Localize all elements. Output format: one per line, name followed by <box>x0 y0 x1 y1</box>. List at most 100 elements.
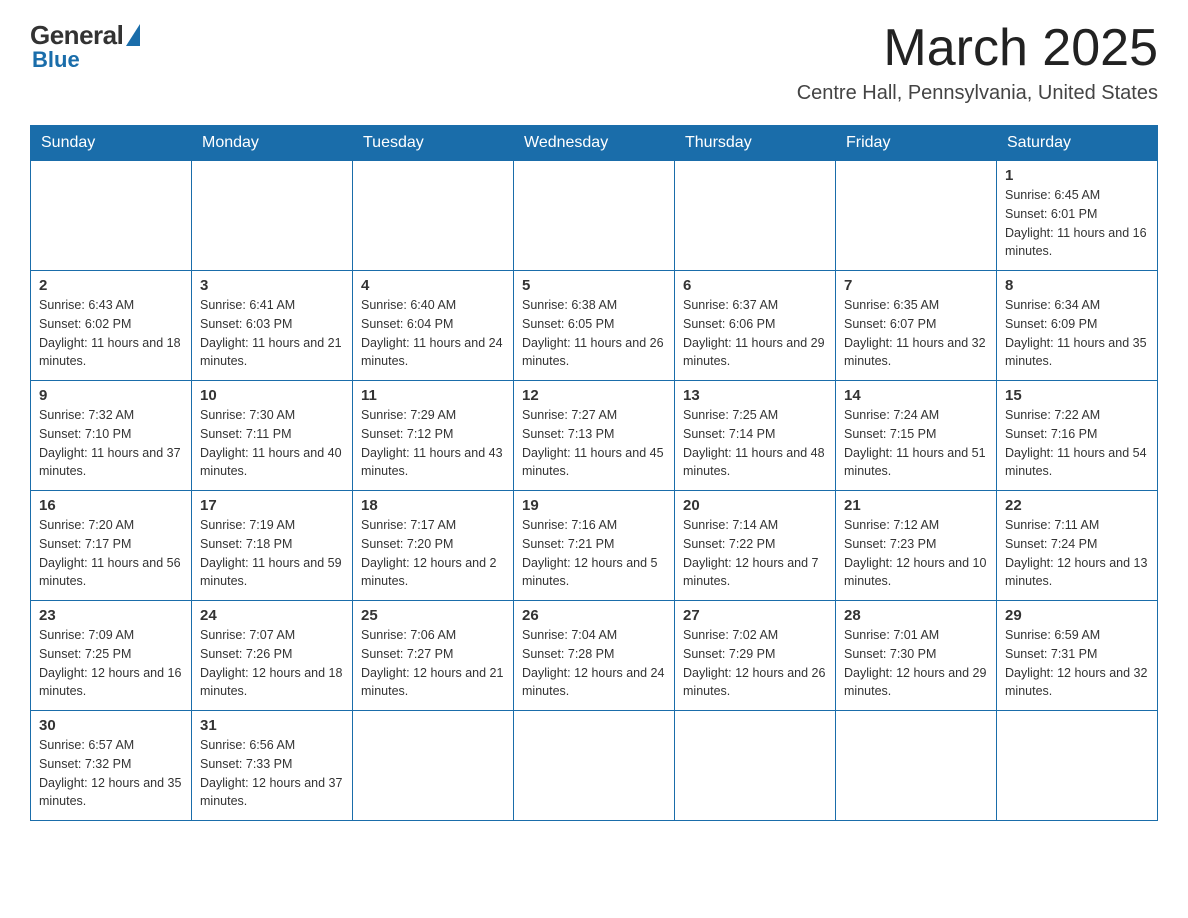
table-row: 31 Sunrise: 6:56 AMSunset: 7:33 PMDayligh… <box>192 711 353 821</box>
table-row: 16Sunrise: 7:20 AMSunset: 7:17 PMDayligh… <box>31 491 192 601</box>
page-header: General Blue March 2025 Centre Hall, Pen… <box>30 20 1158 105</box>
day-number: 28 <box>844 607 988 624</box>
table-row: 6 Sunrise: 6:37 AMSunset: 6:06 PMDaylight… <box>675 271 836 381</box>
day-info: Sunrise: 6:56 AMSunset: 7:33 PMDaylight:… <box>200 736 344 811</box>
calendar-week-row: 9 Sunrise: 7:32 AMSunset: 7:10 PMDaylight… <box>31 381 1158 491</box>
day-number: 4 <box>361 277 505 294</box>
day-number: 31 <box>200 717 344 734</box>
day-info: Sunrise: 7:29 AMSunset: 7:12 PMDaylight:… <box>361 406 505 481</box>
calendar-week-row: 2Sunrise: 6:43 AMSunset: 6:02 PMDaylight… <box>31 271 1158 381</box>
day-info: Sunrise: 7:17 AMSunset: 7:20 PMDaylight:… <box>361 516 505 591</box>
table-row: 4Sunrise: 6:40 AMSunset: 6:04 PMDaylight… <box>353 271 514 381</box>
table-row: 8 Sunrise: 6:34 AMSunset: 6:09 PMDaylight… <box>997 271 1158 381</box>
table-row <box>31 161 192 271</box>
table-row <box>997 711 1158 821</box>
table-row: 15 Sunrise: 7:22 AMSunset: 7:16 PMDayligh… <box>997 381 1158 491</box>
day-info: Sunrise: 7:30 AMSunset: 7:11 PMDaylight:… <box>200 406 344 481</box>
day-info: Sunrise: 7:02 AMSunset: 7:29 PMDaylight:… <box>683 626 827 701</box>
day-info: Sunrise: 7:04 AMSunset: 7:28 PMDaylight:… <box>522 626 666 701</box>
day-number: 6 <box>683 277 827 294</box>
day-info: Sunrise: 6:37 AMSunset: 6:06 PMDaylight:… <box>683 296 827 371</box>
day-number: 7 <box>844 277 988 294</box>
day-info: Sunrise: 7:25 AMSunset: 7:14 PMDaylight:… <box>683 406 827 481</box>
header-wednesday: Wednesday <box>514 126 675 161</box>
table-row: 28 Sunrise: 7:01 AMSunset: 7:30 PMDayligh… <box>836 601 997 711</box>
table-row: 5 Sunrise: 6:38 AMSunset: 6:05 PMDaylight… <box>514 271 675 381</box>
table-row <box>353 711 514 821</box>
day-info: Sunrise: 7:01 AMSunset: 7:30 PMDaylight:… <box>844 626 988 701</box>
table-row <box>675 711 836 821</box>
day-number: 10 <box>200 387 344 404</box>
table-row <box>836 161 997 271</box>
table-row: 19Sunrise: 7:16 AMSunset: 7:21 PMDayligh… <box>514 491 675 601</box>
calendar-table: Sunday Monday Tuesday Wednesday Thursday… <box>30 125 1158 821</box>
table-row: 7Sunrise: 6:35 AMSunset: 6:07 PMDaylight… <box>836 271 997 381</box>
calendar-week-row: 30 Sunrise: 6:57 AMSunset: 7:32 PMDayligh… <box>31 711 1158 821</box>
table-row: 27 Sunrise: 7:02 AMSunset: 7:29 PMDayligh… <box>675 601 836 711</box>
day-info: Sunrise: 7:06 AMSunset: 7:27 PMDaylight:… <box>361 626 505 701</box>
day-info: Sunrise: 6:41 AMSunset: 6:03 PMDaylight:… <box>200 296 344 371</box>
day-number: 27 <box>683 607 827 624</box>
day-number: 17 <box>200 497 344 514</box>
day-number: 23 <box>39 607 183 624</box>
table-row <box>836 711 997 821</box>
day-info: Sunrise: 7:07 AMSunset: 7:26 PMDaylight:… <box>200 626 344 701</box>
table-row: 21 Sunrise: 7:12 AMSunset: 7:23 PMDayligh… <box>836 491 997 601</box>
day-info: Sunrise: 7:24 AMSunset: 7:15 PMDaylight:… <box>844 406 988 481</box>
table-row <box>675 161 836 271</box>
header-sunday: Sunday <box>31 126 192 161</box>
table-row: 10 Sunrise: 7:30 AMSunset: 7:11 PMDayligh… <box>192 381 353 491</box>
table-row <box>192 161 353 271</box>
table-row: 3 Sunrise: 6:41 AMSunset: 6:03 PMDaylight… <box>192 271 353 381</box>
logo: General Blue <box>30 20 140 73</box>
day-number: 30 <box>39 717 183 734</box>
table-row: 12Sunrise: 7:27 AMSunset: 7:13 PMDayligh… <box>514 381 675 491</box>
day-info: Sunrise: 6:38 AMSunset: 6:05 PMDaylight:… <box>522 296 666 371</box>
table-row: 17 Sunrise: 7:19 AMSunset: 7:18 PMDayligh… <box>192 491 353 601</box>
day-number: 24 <box>200 607 344 624</box>
day-info: Sunrise: 7:19 AMSunset: 7:18 PMDaylight:… <box>200 516 344 591</box>
header-thursday: Thursday <box>675 126 836 161</box>
title-section: March 2025 Centre Hall, Pennsylvania, Un… <box>797 20 1158 105</box>
day-number: 5 <box>522 277 666 294</box>
table-row: 23 Sunrise: 7:09 AMSunset: 7:25 PMDayligh… <box>31 601 192 711</box>
day-info: Sunrise: 6:57 AMSunset: 7:32 PMDaylight:… <box>39 736 183 811</box>
header-saturday: Saturday <box>997 126 1158 161</box>
header-friday: Friday <box>836 126 997 161</box>
day-number: 9 <box>39 387 183 404</box>
table-row: 22Sunrise: 7:11 AMSunset: 7:24 PMDayligh… <box>997 491 1158 601</box>
day-number: 29 <box>1005 607 1149 624</box>
table-row: 26Sunrise: 7:04 AMSunset: 7:28 PMDayligh… <box>514 601 675 711</box>
location-title: Centre Hall, Pennsylvania, United States <box>797 82 1158 105</box>
day-number: 3 <box>200 277 344 294</box>
day-number: 25 <box>361 607 505 624</box>
table-row <box>514 161 675 271</box>
day-info: Sunrise: 7:09 AMSunset: 7:25 PMDaylight:… <box>39 626 183 701</box>
day-number: 11 <box>361 387 505 404</box>
table-row: 29 Sunrise: 6:59 AMSunset: 7:31 PMDayligh… <box>997 601 1158 711</box>
calendar-week-row: 23 Sunrise: 7:09 AMSunset: 7:25 PMDayligh… <box>31 601 1158 711</box>
day-number: 15 <box>1005 387 1149 404</box>
table-row: 30 Sunrise: 6:57 AMSunset: 7:32 PMDayligh… <box>31 711 192 821</box>
calendar-week-row: 1Sunrise: 6:45 AMSunset: 6:01 PMDaylight… <box>31 161 1158 271</box>
table-row: 1Sunrise: 6:45 AMSunset: 6:01 PMDaylight… <box>997 161 1158 271</box>
table-row: 18Sunrise: 7:17 AMSunset: 7:20 PMDayligh… <box>353 491 514 601</box>
calendar-header-row: Sunday Monday Tuesday Wednesday Thursday… <box>31 126 1158 161</box>
header-monday: Monday <box>192 126 353 161</box>
day-number: 1 <box>1005 167 1149 184</box>
table-row: 20Sunrise: 7:14 AMSunset: 7:22 PMDayligh… <box>675 491 836 601</box>
day-info: Sunrise: 6:34 AMSunset: 6:09 PMDaylight:… <box>1005 296 1149 371</box>
day-number: 21 <box>844 497 988 514</box>
day-info: Sunrise: 7:12 AMSunset: 7:23 PMDaylight:… <box>844 516 988 591</box>
day-info: Sunrise: 7:22 AMSunset: 7:16 PMDaylight:… <box>1005 406 1149 481</box>
header-tuesday: Tuesday <box>353 126 514 161</box>
logo-triangle-icon <box>126 24 140 46</box>
day-number: 2 <box>39 277 183 294</box>
day-number: 8 <box>1005 277 1149 294</box>
day-info: Sunrise: 6:59 AMSunset: 7:31 PMDaylight:… <box>1005 626 1149 701</box>
table-row <box>353 161 514 271</box>
day-number: 16 <box>39 497 183 514</box>
day-number: 22 <box>1005 497 1149 514</box>
day-info: Sunrise: 7:14 AMSunset: 7:22 PMDaylight:… <box>683 516 827 591</box>
day-info: Sunrise: 7:32 AMSunset: 7:10 PMDaylight:… <box>39 406 183 481</box>
